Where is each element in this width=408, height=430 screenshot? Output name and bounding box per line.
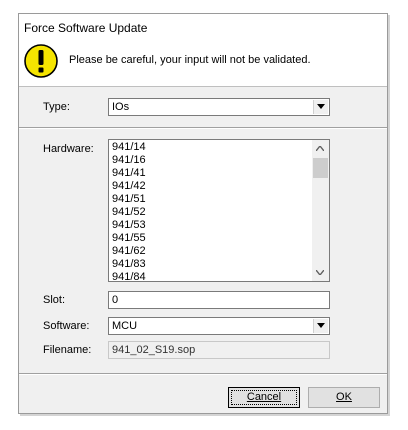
section-divider bbox=[19, 127, 387, 129]
dialog-header: Force Software Update Please be careful,… bbox=[19, 14, 387, 87]
type-dropdown[interactable]: IOs bbox=[108, 98, 330, 116]
software-dropdown-value: MCU bbox=[112, 320, 138, 332]
hardware-list-items: 941/14 941/16 941/41 941/42 941/51 941/52 941/… bbox=[112, 141, 146, 281]
software-dropdown-button[interactable] bbox=[313, 319, 328, 333]
scroll-down-button[interactable] bbox=[312, 264, 329, 281]
scroll-up-button[interactable] bbox=[312, 140, 329, 157]
cancel-button[interactable]: Cancel bbox=[228, 387, 300, 408]
footer-divider bbox=[19, 373, 387, 375]
slot-input[interactable]: 0 bbox=[108, 291, 330, 309]
warning-message: Please be careful, your input will not b… bbox=[69, 54, 311, 66]
scroll-thumb[interactable] bbox=[313, 158, 328, 178]
hardware-list-item[interactable]: 941/55 bbox=[112, 232, 146, 245]
hardware-label: Hardware: bbox=[43, 143, 94, 155]
force-software-update-dialog: Force Software Update Please be careful,… bbox=[18, 13, 388, 414]
ok-button[interactable]: OK bbox=[308, 387, 380, 408]
hardware-list-item[interactable]: 941/62 bbox=[112, 245, 146, 258]
software-label: Software: bbox=[43, 320, 90, 332]
hardware-list-item[interactable]: 941/83 bbox=[112, 258, 146, 271]
hardware-list-item[interactable]: 941/51 bbox=[112, 193, 146, 206]
type-dropdown-button[interactable] bbox=[313, 100, 328, 114]
hardware-scrollbar[interactable] bbox=[312, 140, 329, 281]
hardware-list-item[interactable]: 941/14 bbox=[112, 141, 146, 154]
hardware-list-item[interactable]: 941/42 bbox=[112, 180, 146, 193]
filename-label: Filename: bbox=[43, 344, 92, 356]
type-label: Type: bbox=[43, 101, 70, 113]
warning-icon bbox=[24, 44, 58, 78]
hardware-list-item[interactable]: 941/41 bbox=[112, 167, 146, 180]
chevron-up-icon bbox=[316, 146, 324, 151]
software-dropdown[interactable]: MCU bbox=[108, 317, 330, 335]
chevron-down-icon bbox=[316, 270, 324, 275]
hardware-list-item[interactable]: 941/53 bbox=[112, 219, 146, 232]
slot-label: Slot: bbox=[43, 294, 66, 306]
type-dropdown-value: IOs bbox=[112, 101, 130, 113]
hardware-listbox[interactable]: 941/14 941/16 941/41 941/42 941/51 941/52 941/… bbox=[108, 139, 330, 282]
hardware-list-item[interactable]: 941/84 bbox=[112, 271, 146, 281]
filename-field: 941_02_S19.sop bbox=[108, 341, 330, 359]
filename-value: 941_02_S19.sop bbox=[112, 344, 196, 356]
dialog-title: Force Software Update bbox=[24, 21, 148, 35]
slot-input-value: 0 bbox=[112, 294, 119, 306]
cancel-button-label: Cancel bbox=[246, 391, 282, 403]
chevron-down-icon bbox=[317, 104, 325, 109]
hardware-list-item[interactable]: 941/52 bbox=[112, 206, 146, 219]
ok-button-label: OK bbox=[336, 391, 352, 403]
chevron-down-icon bbox=[317, 323, 325, 328]
hardware-list-item[interactable]: 941/16 bbox=[112, 154, 146, 167]
